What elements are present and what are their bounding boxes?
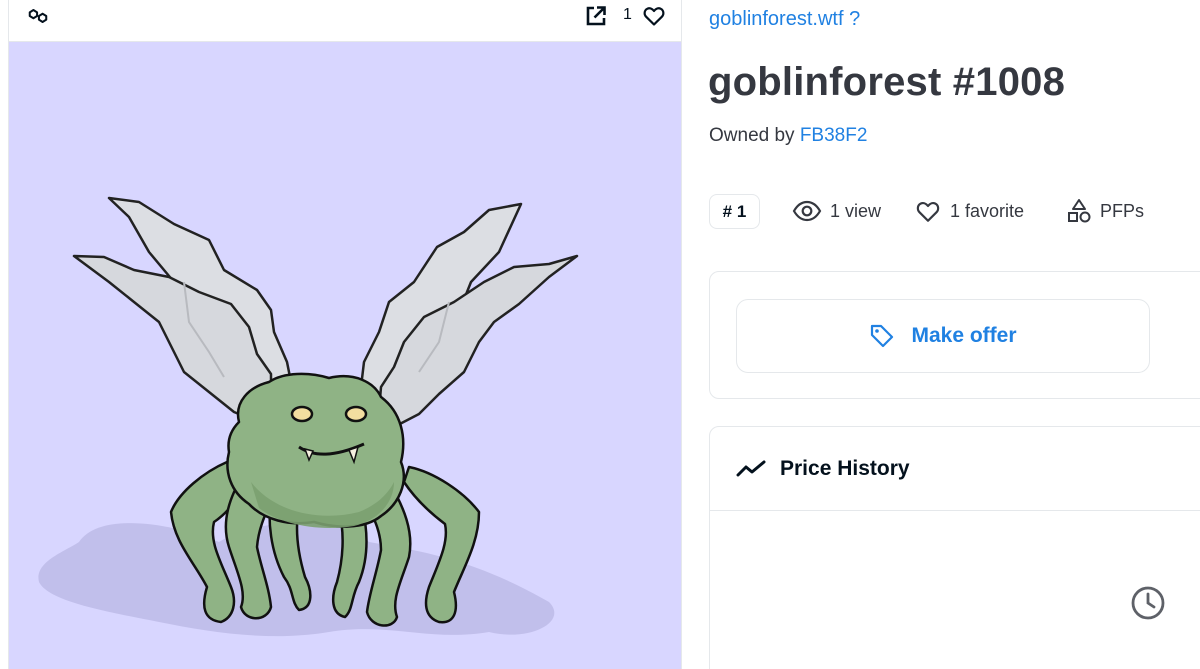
- views-stat: 1 view: [792, 196, 881, 226]
- heart-outline-icon: [916, 202, 940, 222]
- category-label: PFPs: [1100, 200, 1145, 221]
- goblin-artwork-image: [9, 42, 681, 669]
- owner-line: Owned by FB38F2: [709, 125, 867, 147]
- asset-page: 1 goblinforest.wtf ? goblinforest #1008 …: [0, 0, 1200, 669]
- offer-panel: Make offer: [709, 271, 1200, 399]
- owner-link[interactable]: FB38F2: [800, 125, 868, 146]
- collection-link[interactable]: goblinforest.wtf ?: [709, 8, 860, 31]
- polygon-link-icon: [28, 9, 48, 23]
- favorite-count: 1: [623, 6, 632, 23]
- category-stat[interactable]: PFPs: [1066, 196, 1144, 226]
- price-history-header[interactable]: Price History: [710, 427, 1200, 511]
- heart-icon[interactable]: [642, 4, 666, 28]
- price-history-panel: Price History: [709, 426, 1200, 669]
- trend-line-icon: [736, 460, 766, 476]
- external-link-icon[interactable]: [584, 4, 608, 28]
- clock-icon: [1131, 586, 1165, 620]
- views-label: 1 view: [830, 200, 882, 221]
- owner-prefix: Owned by: [709, 125, 795, 146]
- favorites-stat[interactable]: 1 favorite: [914, 196, 1024, 226]
- goblin-creature-illustration: [38, 196, 579, 637]
- artwork-card: 1: [8, 0, 682, 669]
- asset-title: goblinforest #1008: [708, 60, 1066, 104]
- artwork-header: 1: [9, 0, 681, 42]
- make-offer-button[interactable]: Make offer: [736, 299, 1150, 373]
- shapes-icon: [1068, 199, 1091, 223]
- tag-icon: [871, 324, 894, 348]
- favorites-label: 1 favorite: [950, 200, 1025, 221]
- price-history-title: Price History: [780, 456, 910, 480]
- eye-icon: [792, 200, 822, 222]
- rank-badge[interactable]: # 1: [709, 194, 760, 229]
- make-offer-label: Make offer: [911, 324, 1017, 347]
